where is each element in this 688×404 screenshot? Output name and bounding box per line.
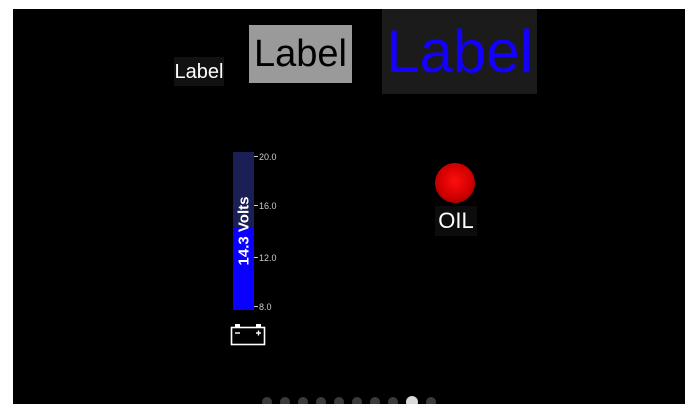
page-dot[interactable] bbox=[352, 397, 362, 404]
page-dot[interactable] bbox=[334, 397, 344, 404]
scale-tick bbox=[254, 205, 258, 206]
scale-tick bbox=[254, 156, 258, 157]
page-dot[interactable] bbox=[262, 397, 272, 404]
page-dot[interactable] bbox=[426, 397, 436, 404]
dashboard-screen: Label Label Label 14.3 Volts 20.0 16.0 1… bbox=[13, 9, 685, 404]
oil-warning-label: OIL bbox=[435, 206, 477, 236]
scale-tick-label: 16.0 bbox=[259, 201, 277, 211]
label-small: Label bbox=[174, 57, 224, 86]
scale-tick-label: 8.0 bbox=[259, 302, 272, 312]
volt-readout: 14.3 Volts bbox=[235, 196, 252, 266]
scale-tick bbox=[254, 257, 258, 258]
scale-tick-label: 12.0 bbox=[259, 253, 277, 263]
volt-meter: 14.3 Volts bbox=[233, 152, 254, 310]
page-dot[interactable] bbox=[298, 397, 308, 404]
page-dot[interactable] bbox=[316, 397, 326, 404]
label-large: Label bbox=[382, 9, 537, 94]
label-medium: Label bbox=[249, 25, 352, 83]
page-dot[interactable] bbox=[370, 397, 380, 404]
page-indicator[interactable] bbox=[262, 396, 436, 404]
scale-tick-label: 20.0 bbox=[259, 152, 277, 162]
page-dot[interactable] bbox=[388, 397, 398, 404]
page-dot[interactable] bbox=[280, 397, 290, 404]
oil-warning-lamp bbox=[435, 163, 475, 203]
scale-tick bbox=[254, 306, 258, 307]
volt-scale: 20.0 16.0 12.0 8.0 bbox=[254, 152, 294, 312]
battery-icon bbox=[230, 324, 266, 346]
page-dot-active[interactable] bbox=[406, 396, 418, 404]
